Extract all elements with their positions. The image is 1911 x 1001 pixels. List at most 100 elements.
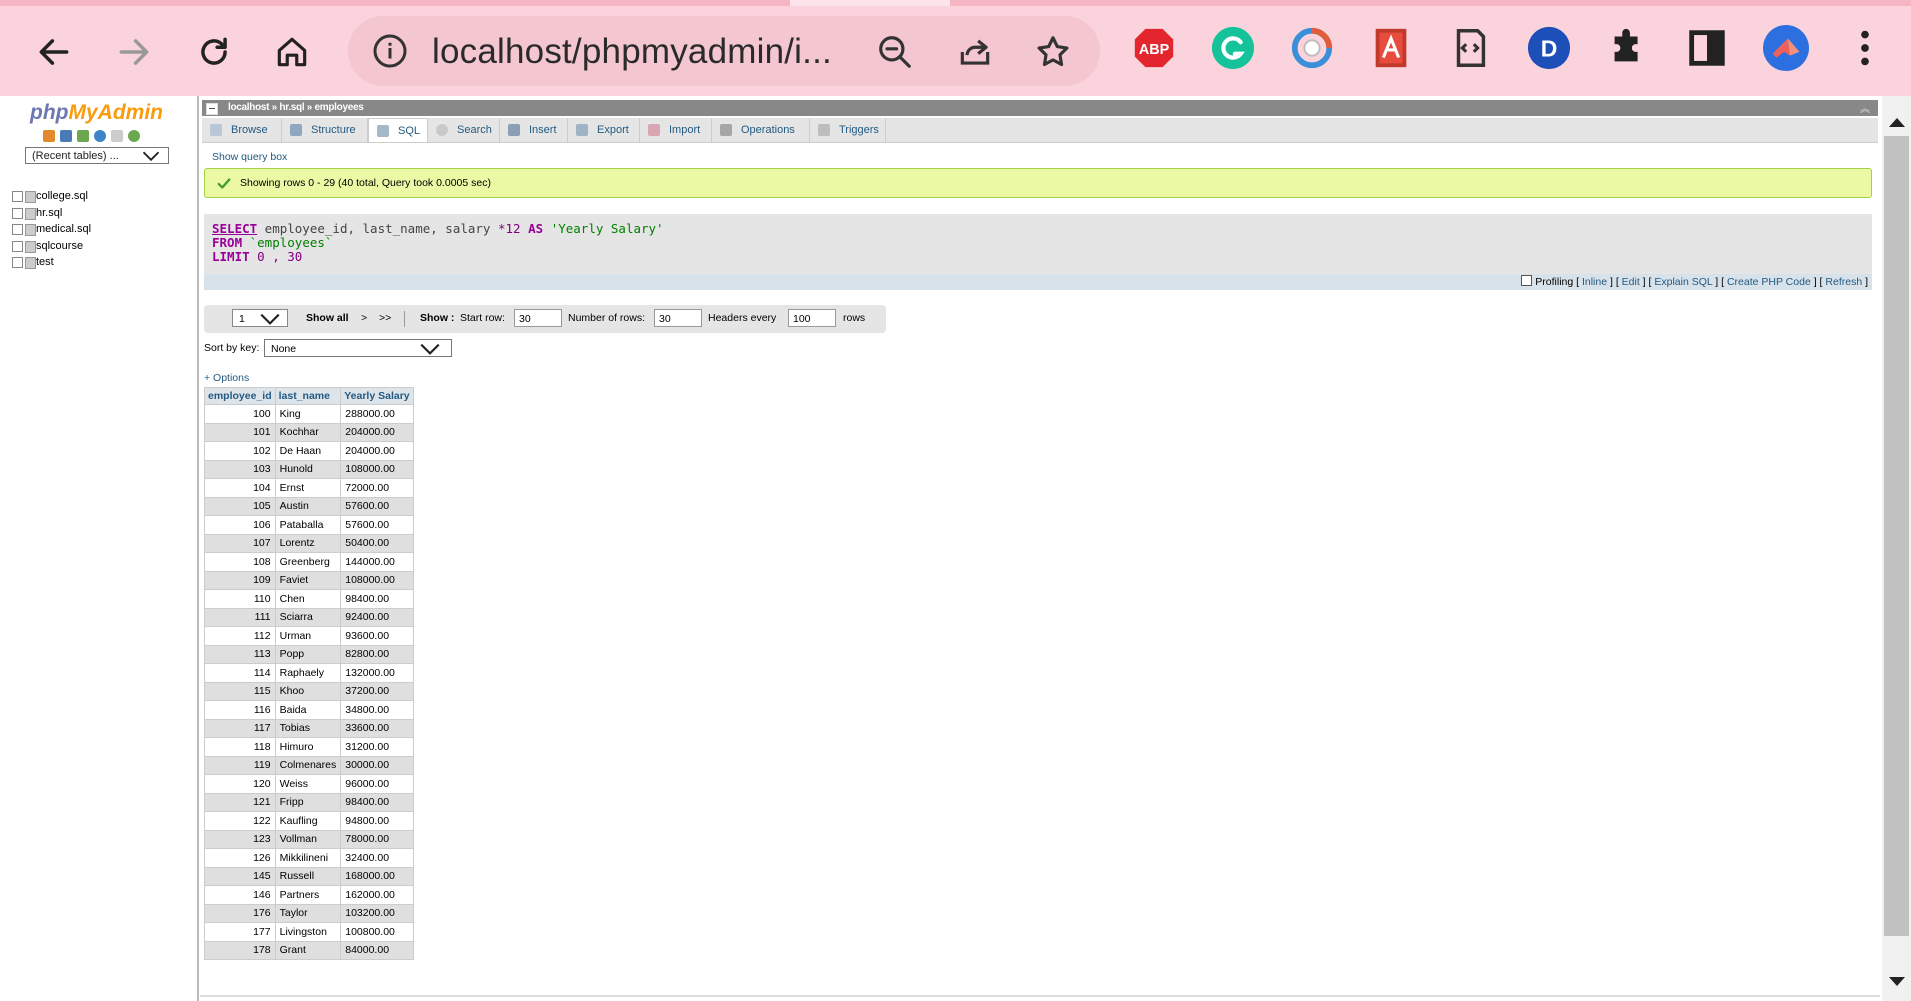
scrollbar-thumb[interactable] [1884, 136, 1909, 936]
next-page-button[interactable]: > [361, 312, 367, 324]
cell-yearly-salary[interactable]: 108000.00 [340, 459, 415, 479]
table-row[interactable]: 110 Chen 98400.00 [204, 589, 415, 609]
table-row[interactable]: 114 Raphaely 132000.00 [204, 663, 415, 683]
tab-sql[interactable]: SQL [368, 118, 428, 142]
column-header-employee-id[interactable]: employee_id [204, 387, 276, 405]
cell-last-name[interactable]: Colmenares [274, 755, 342, 775]
table-row[interactable]: 109 Faviet 108000.00 [204, 570, 415, 590]
cell-last-name[interactable]: Taylor [274, 903, 342, 923]
profiling-checkbox[interactable] [1521, 275, 1533, 286]
cell-yearly-salary[interactable]: 33600.00 [340, 718, 415, 738]
tab-insert[interactable]: Insert [500, 118, 568, 142]
cell-yearly-salary[interactable]: 57600.00 [340, 515, 415, 535]
breadcrumb-database[interactable]: hr.sql [279, 102, 304, 113]
table-row[interactable]: 118 Himuro 31200.00 [204, 737, 415, 757]
table-row[interactable]: 106 Pataballa 57600.00 [204, 515, 415, 535]
show-all-button[interactable]: Show all [306, 312, 349, 324]
cell-last-name[interactable]: Weiss [274, 774, 342, 794]
cell-yearly-salary[interactable]: 78000.00 [340, 829, 415, 849]
table-row[interactable]: 122 Kaufling 94800.00 [204, 811, 415, 831]
cell-yearly-salary[interactable]: 98400.00 [340, 792, 415, 812]
help-icon[interactable] [94, 130, 106, 142]
cell-last-name[interactable]: Livingston [274, 922, 342, 942]
table-row[interactable]: 100 King 288000.00 [204, 404, 415, 424]
cell-employee-id[interactable]: 177 [204, 922, 276, 942]
table-row[interactable]: 104 Ernst 72000.00 [204, 478, 415, 498]
cell-employee-id[interactable]: 105 [204, 496, 276, 516]
cell-yearly-salary[interactable]: 204000.00 [340, 441, 415, 461]
headers-every-input[interactable]: 100 [788, 309, 836, 327]
table-row[interactable]: 113 Popp 82800.00 [204, 644, 415, 664]
table-row[interactable]: 108 Greenberg 144000.00 [204, 552, 415, 572]
dashlane-icon[interactable]: D [1525, 24, 1573, 72]
cell-yearly-salary[interactable]: 92400.00 [340, 607, 415, 627]
cell-last-name[interactable]: Austin [274, 496, 342, 516]
cell-last-name[interactable]: Vollman [274, 829, 342, 849]
cell-yearly-salary[interactable]: 34800.00 [340, 700, 415, 720]
cell-yearly-salary[interactable]: 288000.00 [340, 404, 415, 424]
cell-employee-id[interactable]: 123 [204, 829, 276, 849]
cell-last-name[interactable]: Tobias [274, 718, 342, 738]
cell-last-name[interactable]: Partners [274, 885, 342, 905]
db-name[interactable]: college.sql [36, 190, 88, 202]
cell-employee-id[interactable]: 126 [204, 848, 276, 868]
cell-employee-id[interactable]: 107 [204, 533, 276, 553]
breadcrumb-server[interactable]: localhost [228, 102, 270, 113]
db-item-college[interactable]: college.sql [12, 188, 91, 205]
tab-operations[interactable]: Operations [712, 118, 810, 142]
cell-last-name[interactable]: Khoo [274, 681, 342, 701]
refresh-link[interactable]: Refresh [1825, 276, 1862, 288]
address-bar[interactable]: localhost/phpmyadmin/i... [348, 16, 1100, 86]
tab-search[interactable]: Search [428, 118, 500, 142]
recent-tables-select[interactable]: (Recent tables) ... [25, 147, 169, 164]
number-of-rows-input[interactable]: 30 [654, 309, 702, 327]
collapse-top-icon[interactable]: ︽ [1860, 102, 1872, 115]
cell-last-name[interactable]: Sciarra [274, 607, 342, 627]
grammarly-icon[interactable] [1209, 24, 1257, 72]
cell-employee-id[interactable]: 112 [204, 626, 276, 646]
bookmark-star-icon[interactable] [1034, 33, 1072, 71]
cell-last-name[interactable]: Hunold [274, 459, 342, 479]
cell-employee-id[interactable]: 102 [204, 441, 276, 461]
scrollbar[interactable] [1882, 96, 1911, 1001]
sort-by-key-select[interactable]: None [264, 339, 452, 357]
db-item-hr[interactable]: hr.sql [12, 205, 91, 222]
db-name[interactable]: sqlcourse [36, 240, 83, 252]
cell-employee-id[interactable]: 108 [204, 552, 276, 572]
inline-link[interactable]: Inline [1582, 276, 1607, 288]
cell-employee-id[interactable]: 145 [204, 866, 276, 886]
table-row[interactable]: 116 Baida 34800.00 [204, 700, 415, 720]
cell-employee-id[interactable]: 103 [204, 459, 276, 479]
scroll-up-icon[interactable] [1887, 114, 1907, 130]
db-name[interactable]: hr.sql [36, 207, 62, 219]
cell-employee-id[interactable]: 178 [204, 940, 276, 960]
table-row[interactable]: 102 De Haan 204000.00 [204, 441, 415, 461]
collapse-nav-icon[interactable] [206, 103, 218, 115]
table-row[interactable]: 117 Tobias 33600.00 [204, 718, 415, 738]
cell-last-name[interactable]: Ernst [274, 478, 342, 498]
puzzle-icon[interactable] [1604, 24, 1652, 72]
table-row[interactable]: 105 Austin 57600.00 [204, 496, 415, 516]
cell-last-name[interactable]: Kaufling [274, 811, 342, 831]
cell-yearly-salary[interactable]: 72000.00 [340, 478, 415, 498]
site-info-icon[interactable] [372, 33, 408, 69]
menu-icon[interactable] [1841, 24, 1889, 72]
tab-import[interactable]: Import [640, 118, 712, 142]
cell-employee-id[interactable]: 176 [204, 903, 276, 923]
last-page-button[interactable]: >> [379, 312, 391, 324]
cell-last-name[interactable]: Urman [274, 626, 342, 646]
cell-employee-id[interactable]: 111 [204, 607, 276, 627]
cell-yearly-salary[interactable]: 100800.00 [340, 922, 415, 942]
tab-triggers[interactable]: Triggers [810, 118, 886, 142]
table-row[interactable]: 126 Mikkilineni 32400.00 [204, 848, 415, 868]
sync-icon[interactable] [1288, 24, 1336, 72]
logout-icon[interactable] [77, 130, 89, 142]
db-name[interactable]: test [36, 256, 54, 268]
table-row[interactable]: 146 Partners 162000.00 [204, 885, 415, 905]
table-row[interactable]: 123 Vollman 78000.00 [204, 829, 415, 849]
pdf-icon[interactable] [1367, 24, 1415, 72]
expand-icon[interactable] [12, 240, 36, 253]
cell-employee-id[interactable]: 109 [204, 570, 276, 590]
table-row[interactable]: 101 Kochhar 204000.00 [204, 422, 415, 442]
table-row[interactable]: 177 Livingston 100800.00 [204, 922, 415, 942]
